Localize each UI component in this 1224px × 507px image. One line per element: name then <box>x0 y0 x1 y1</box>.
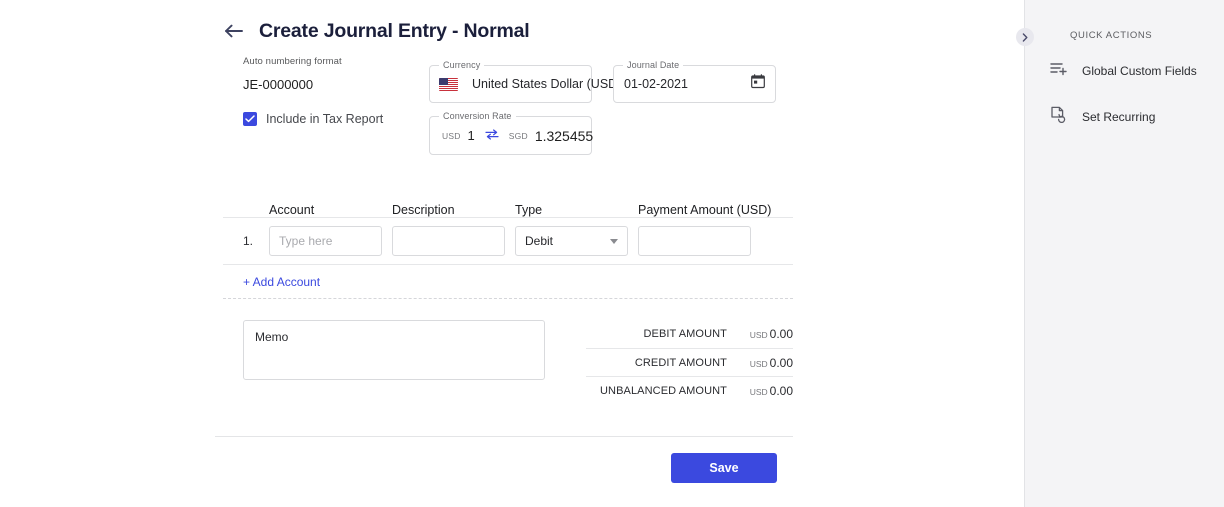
auto-numbering-value: JE-0000000 <box>243 77 314 92</box>
swap-arrows-icon[interactable] <box>485 127 499 145</box>
line-items-table: Account Description Type Payment Amount … <box>223 192 793 299</box>
page-title: Create Journal Entry - Normal <box>259 19 530 42</box>
debit-currency: USD <box>749 330 768 340</box>
unbalanced-amount-label: UNBALANCED AMOUNT <box>600 384 727 397</box>
column-header-type: Type <box>515 203 543 217</box>
page-header: Create Journal Entry - Normal <box>223 0 793 44</box>
unbalanced-currency: USD <box>749 386 768 397</box>
unbalanced-number: 0.00 <box>769 383 793 398</box>
calendar-icon[interactable] <box>751 74 765 94</box>
document-recurring-icon <box>1050 106 1068 129</box>
credit-amount-row: CREDIT AMOUNT USD 0.00 <box>585 348 793 376</box>
description-input[interactable] <box>392 226 505 256</box>
rate-to-currency: SGD <box>508 130 528 141</box>
conversion-rate-inner: USD 1 SGD 1.325455 <box>430 117 593 154</box>
type-select-value: Debit <box>525 234 554 248</box>
journal-date-inner[interactable]: 01-02-2021 <box>614 66 775 102</box>
credit-amount-value: USD 0.00 <box>737 354 793 372</box>
debit-number: 0.00 <box>769 327 793 341</box>
auto-numbering-label: Auto numbering format <box>243 56 342 67</box>
currency-legend: Currency <box>439 60 485 70</box>
debit-amount-label: DEBIT AMOUNT <box>643 328 727 340</box>
payment-amount-input[interactable] <box>638 226 751 256</box>
include-tax-report-label: Include in Tax Report <box>266 112 384 126</box>
credit-number: 0.00 <box>769 355 793 370</box>
account-input[interactable]: Type here <box>269 226 382 256</box>
table-header-row: Account Description Type Payment Amount … <box>223 192 793 218</box>
row-index: 1. <box>243 234 254 248</box>
journal-date-field[interactable]: Journal Date 01-02-2021 <box>613 60 776 103</box>
memo-totals-section: Memo DEBIT AMOUNT USD 0.00 CREDIT AMOUNT … <box>223 320 793 404</box>
add-account-button[interactable]: + Add Account <box>243 275 320 289</box>
sidebar-item-set-recurring[interactable]: Set Recurring <box>1025 101 1224 133</box>
table-row: 1. Type here Debit <box>223 218 793 265</box>
checkbox-box[interactable] <box>243 112 257 126</box>
chevron-down-icon[interactable] <box>610 238 618 244</box>
sidebar-item-label: Global Custom Fields <box>1082 64 1197 78</box>
currency-select-inner[interactable]: United States Dollar (USD) <box>430 66 630 102</box>
column-header-description: Description <box>392 203 455 217</box>
credit-amount-label: CREDIT AMOUNT <box>634 356 727 369</box>
sidebar-collapse-toggle[interactable] <box>1016 28 1034 46</box>
sidebar-item-global-custom-fields[interactable]: Global Custom Fields <box>1025 55 1224 87</box>
sidebar-title: QUICK ACTIONS <box>1070 30 1153 41</box>
unbalanced-amount-row: UNBALANCED AMOUNT USD 0.00 <box>585 376 793 404</box>
column-header-account: Account <box>269 203 315 217</box>
journal-date-legend: Journal Date <box>623 60 684 70</box>
debit-amount-value: USD 0.00 <box>737 325 793 343</box>
back-arrow-icon[interactable] <box>223 20 245 42</box>
list-add-icon <box>1050 61 1068 82</box>
debit-amount-row: DEBIT AMOUNT USD 0.00 <box>586 320 793 348</box>
conversion-rate-legend: Conversion Rate <box>439 111 516 121</box>
main-content: Create Journal Entry - Normal Auto numbe… <box>0 0 1024 507</box>
totals-panel: DEBIT AMOUNT USD 0.00 CREDIT AMOUNT USD 0.… <box>585 320 793 404</box>
type-select[interactable]: Debit <box>515 226 628 256</box>
unbalanced-amount-value: USD 0.00 <box>737 382 793 400</box>
us-flag-icon <box>439 77 458 91</box>
save-button[interactable]: Save <box>671 453 777 483</box>
rate-to-value[interactable]: 1.325455 <box>535 128 593 144</box>
currency-select[interactable]: Currency United States Dollar (USD) <box>429 60 630 103</box>
add-account-row: + Add Account <box>223 265 793 299</box>
sidebar-item-label: Set Recurring <box>1082 110 1156 124</box>
journal-entry-page: Create Journal Entry - Normal Auto numbe… <box>0 0 1224 507</box>
journal-date-value: 01-02-2021 <box>624 77 688 91</box>
rate-from-value[interactable]: 1 <box>468 128 475 143</box>
chevron-right-icon <box>1022 32 1028 42</box>
memo-textarea[interactable]: Memo <box>243 320 545 380</box>
credit-currency: USD <box>749 358 768 369</box>
footer-actions: Save <box>223 437 793 483</box>
rate-from-currency: USD <box>442 130 461 141</box>
include-tax-report-checkbox[interactable]: Include in Tax Report <box>243 112 383 126</box>
column-header-payment-amount: Payment Amount (USD) <box>638 203 772 217</box>
form-container: Create Journal Entry - Normal Auto numbe… <box>215 0 793 483</box>
currency-value: United States Dollar (USD) <box>472 77 622 91</box>
form-fields: Auto numbering format JE-0000000 Include… <box>223 56 793 186</box>
quick-actions-sidebar: QUICK ACTIONS Global Custom Fields Set R… <box>1016 0 1224 507</box>
conversion-rate-field[interactable]: Conversion Rate USD 1 SGD 1.325455 <box>429 111 593 155</box>
auto-numbering-field: Auto numbering format JE-0000000 <box>243 56 342 92</box>
